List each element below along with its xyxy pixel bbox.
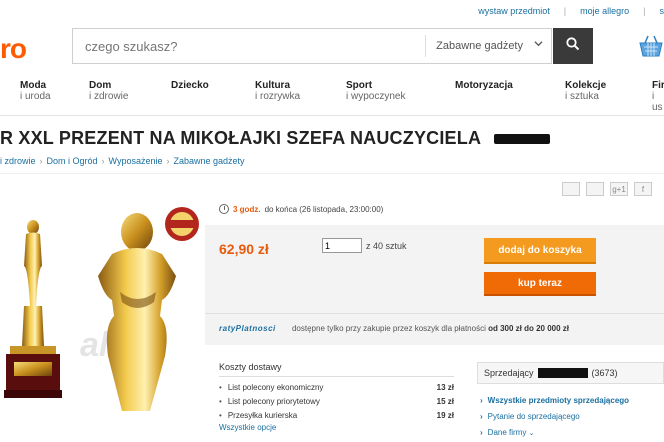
- seller-box: Sprzedający (3673): [477, 362, 664, 384]
- installments-range: od 300 zł do 20 000 zł: [488, 324, 570, 333]
- shipping-row: List polecony priorytetowy 15 zł: [219, 394, 454, 408]
- category-item-motoryzacja[interactable]: Motoryzacja: [455, 80, 513, 91]
- category-item-firma[interactable]: Fir i us: [652, 80, 664, 113]
- quantity-available: z 40 sztuk: [366, 241, 407, 251]
- quantity-input[interactable]: [322, 238, 362, 253]
- product-image[interactable]: alala: [0, 196, 205, 411]
- category-item-sport[interactable]: Sport i wypoczynek: [346, 80, 405, 102]
- seller-links: Wszystkie przedmioty sprzedającego Pytan…: [480, 393, 629, 442]
- category-nav: Moda i uroda Dom i zdrowie Dziecko Kultu…: [0, 80, 664, 114]
- divider: |: [563, 6, 567, 16]
- shipping-method: List polecony priorytetowy: [219, 397, 320, 406]
- auction-timer: 3 godz. do końca (26 listopada, 23:00:00…: [219, 204, 383, 214]
- divider: [0, 115, 664, 116]
- category-label: Kultura: [255, 80, 290, 91]
- buy-now-button[interactable]: kup teraz: [484, 272, 596, 296]
- installments-text: dostępne tylko przy zakupie przez koszyk…: [291, 324, 486, 333]
- category-label: Kolekcje: [565, 80, 607, 91]
- shipping-row: Przesyłka kurierska 19 zł: [219, 408, 454, 422]
- breadcrumb-item[interactable]: Zabawne gadżety: [174, 156, 245, 166]
- seller-all-items-link[interactable]: Wszystkie przedmioty sprzedającego: [480, 393, 629, 409]
- category-sublabel: i uroda: [20, 91, 51, 102]
- breadcrumb-item[interactable]: Dom i Ogród: [47, 156, 98, 166]
- google-plus-icon[interactable]: g+1: [610, 182, 628, 196]
- search-bar: Zabawne gadżety: [72, 28, 552, 64]
- search-category-label: Zabawne gadżety: [436, 40, 523, 52]
- allegro-logo[interactable]: ro: [0, 33, 27, 65]
- chevron-down-icon: ⌄: [528, 430, 535, 437]
- breadcrumb-item[interactable]: i zdrowie: [0, 156, 36, 166]
- category-sublabel: i sztuka: [565, 91, 599, 102]
- add-to-cart-button[interactable]: dodaj do koszyka: [484, 238, 596, 264]
- my-account-link[interactable]: moje allegro: [580, 6, 629, 16]
- clock-icon: [219, 204, 229, 214]
- end-time: do końca (26 listopada, 23:00:00): [264, 204, 384, 214]
- email-share-icon[interactable]: [562, 182, 580, 196]
- category-item-moda[interactable]: Moda i uroda: [20, 80, 51, 102]
- sell-item-link[interactable]: wystaw przedmiot: [478, 6, 550, 16]
- facebook-icon[interactable]: f: [634, 182, 652, 196]
- category-label: Moda: [20, 80, 47, 91]
- category-item-dom[interactable]: Dom i zdrowie: [89, 80, 128, 102]
- category-label: Motoryzacja: [455, 80, 513, 91]
- breadcrumb-item[interactable]: Wyposażenie: [109, 156, 163, 166]
- top-link-partial[interactable]: s: [660, 6, 664, 16]
- category-sublabel: i rozrywka: [255, 91, 301, 102]
- seller-rating[interactable]: (3673): [592, 368, 618, 378]
- shipping-row: List polecony ekonomiczny 13 zł: [219, 380, 454, 394]
- category-label: Dom: [89, 80, 112, 91]
- product-title: R XXL PREZENT NA MIKOŁAJKI SZEFA NAUCZYC…: [0, 128, 481, 148]
- search-category-select[interactable]: Zabawne gadżety: [425, 35, 551, 57]
- shipping-title: Koszty dostawy: [219, 362, 454, 377]
- shipping-costs: Koszty dostawy List polecony ekonomiczny…: [219, 362, 454, 432]
- company-data-label: Dane firmy: [487, 428, 527, 437]
- divider: [205, 313, 664, 314]
- price: 62,90 zł: [219, 241, 269, 257]
- breadcrumb-separator: ›: [39, 156, 43, 166]
- top-links: wystaw przedmiot | moje allegro | s: [478, 6, 664, 16]
- ask-seller-link[interactable]: Pytanie do sprzedającego: [480, 409, 629, 425]
- social-share: g+1 f: [562, 182, 652, 196]
- category-label: Fir: [652, 80, 664, 91]
- redaction-mark: [493, 134, 550, 145]
- category-sublabel: i us: [652, 91, 663, 113]
- all-shipping-options-link[interactable]: Wszystkie opcje: [219, 423, 454, 432]
- time-remaining: 3 godz.: [233, 204, 261, 214]
- category-sublabel: i wypoczynek: [346, 91, 406, 102]
- search-icon: [566, 36, 580, 56]
- breadcrumb: i zdrowie › Dom i Ogród › Wyposażenie › Zabawn…: [0, 156, 245, 166]
- chevron-down-icon: [534, 39, 543, 51]
- divider: [0, 173, 664, 174]
- category-label: Sport: [346, 80, 373, 91]
- shipping-price: 15 zł: [436, 396, 454, 406]
- search-input[interactable]: [73, 29, 426, 63]
- category-label: Dziecko: [171, 80, 209, 91]
- shipping-method: List polecony ekonomiczny: [219, 383, 324, 392]
- seller-name-redacted[interactable]: [537, 368, 588, 378]
- shipping-method: Przesyłka kurierska: [219, 411, 297, 420]
- installments-logo: ratyPlatnosci: [219, 324, 276, 333]
- company-data-link[interactable]: Dane firmy ⌄: [480, 425, 629, 442]
- shipping-price: 19 zł: [436, 410, 454, 420]
- shipping-price: 13 zł: [436, 382, 454, 392]
- page-title: R XXL PREZENT NA MIKOŁAJKI SZEFA NAUCZYC…: [0, 128, 550, 149]
- category-item-dziecko[interactable]: Dziecko: [171, 80, 209, 91]
- print-icon[interactable]: [586, 182, 604, 196]
- category-item-kolekcje[interactable]: Kolekcje i sztuka: [565, 80, 606, 102]
- seller-label: Sprzedający: [484, 368, 534, 378]
- installments-info: ratyPlatnosci dostępne tylko przy zakupi…: [219, 324, 569, 333]
- divider: |: [643, 6, 646, 16]
- breadcrumb-separator: ›: [166, 156, 170, 166]
- search-button[interactable]: [553, 28, 593, 64]
- cart-icon[interactable]: [638, 33, 664, 59]
- breadcrumb-separator: ›: [101, 156, 105, 166]
- category-item-kultura[interactable]: Kultura i rozrywka: [255, 80, 300, 102]
- trophy-figurine-image: alala: [4, 207, 199, 411]
- category-sublabel: i zdrowie: [89, 91, 129, 102]
